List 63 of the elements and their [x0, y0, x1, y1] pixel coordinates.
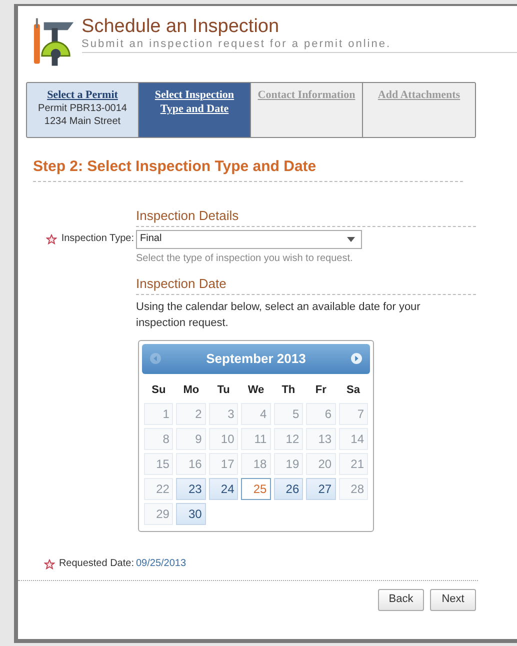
required-star-icon: [44, 558, 55, 570]
section-heading: Inspection Date: [136, 276, 228, 292]
calendar-day: 13: [306, 428, 336, 450]
calendar-day: 7: [338, 402, 368, 425]
calendar-day: 3: [208, 402, 238, 425]
weekday-label: Fr: [314, 382, 328, 398]
month-title: September 2013: [206, 350, 306, 367]
calendar-day: 29: [144, 502, 174, 525]
calendar-day: 8: [144, 428, 174, 450]
weekday-label: Tu: [216, 382, 231, 398]
wizard-step-tab[interactable]: Select Inspection Type and Date: [139, 83, 251, 137]
page-title: Schedule an Inspection: [82, 16, 280, 38]
wizard-step-tab[interactable]: Select a Permit Permit PBR13-0014 1234 Main Street: [27, 83, 139, 137]
requested-date-value: 09/25/2013: [136, 558, 186, 570]
calendar-day[interactable]: 26: [274, 478, 304, 500]
section-heading: Inspection Details: [136, 208, 240, 224]
step-detail: Permit PBR13-0014: [38, 102, 127, 115]
calendar-day[interactable]: 25: [241, 478, 271, 500]
inspection-type-select[interactable]: Final: [136, 230, 362, 249]
calendar-day: 5: [274, 402, 304, 425]
wizard-button[interactable]: Next: [430, 589, 476, 612]
calendar-day: 20: [306, 452, 336, 475]
calendar-day: 4: [241, 402, 271, 425]
calendar-day[interactable]: 23: [176, 478, 206, 500]
calendar-day: 17: [208, 452, 238, 475]
weekday-label: Su: [150, 382, 167, 398]
weekday-label: Mo: [182, 382, 200, 398]
calendar-day: 16: [176, 452, 206, 475]
calendar-day: 18: [241, 452, 271, 475]
calendar-day: 19: [274, 452, 304, 475]
instructions-text: Using the calendar below, select an available date for your inspection request.: [136, 300, 422, 331]
calendar-day[interactable]: 30: [176, 502, 206, 525]
field-label: Requested Date:: [58, 558, 134, 570]
calendar-day: 6: [306, 402, 336, 425]
calendar-day: 9: [176, 428, 206, 450]
dropdown-caret-icon: [347, 237, 355, 242]
step-title: Contact Information: [258, 88, 356, 102]
calendar-day: 11: [241, 428, 271, 450]
page-subtitle: Submit an inspection request for a permit online.: [82, 38, 392, 51]
weekday-label: We: [246, 382, 266, 398]
step-detail: 1234 Main Street: [44, 115, 121, 128]
required-star-icon: [46, 234, 58, 245]
weekday-label: Sa: [346, 382, 362, 398]
calendar-day: 28: [338, 478, 368, 500]
weekday-label: Th: [280, 382, 296, 398]
calendar-day: 1: [144, 402, 174, 425]
calendar-day[interactable]: 27: [306, 478, 336, 500]
calendar-day[interactable]: 24: [208, 478, 238, 500]
field-hint: Select the type of inspection you wish to request.: [136, 253, 354, 266]
calendar-day: 22: [144, 478, 174, 500]
calendar-day: 10: [208, 428, 238, 450]
calendar-day: 12: [274, 428, 304, 450]
step-title: Select a Permit: [47, 88, 118, 102]
next-month-icon[interactable]: [350, 353, 362, 364]
field-label: Inspection Type:: [61, 233, 134, 246]
calendar-day: 21: [338, 452, 368, 475]
calendar-day: 15: [144, 452, 174, 475]
step-title: Add Attachments: [378, 88, 460, 102]
calendar-day: 14: [338, 428, 368, 450]
step-heading: Step 2: Select Inspection Type and Date: [33, 158, 318, 177]
calendar-day: 2: [176, 402, 206, 425]
step-title: Select Inspection Type and Date: [154, 88, 236, 116]
wizard-button[interactable]: Back: [378, 589, 424, 612]
